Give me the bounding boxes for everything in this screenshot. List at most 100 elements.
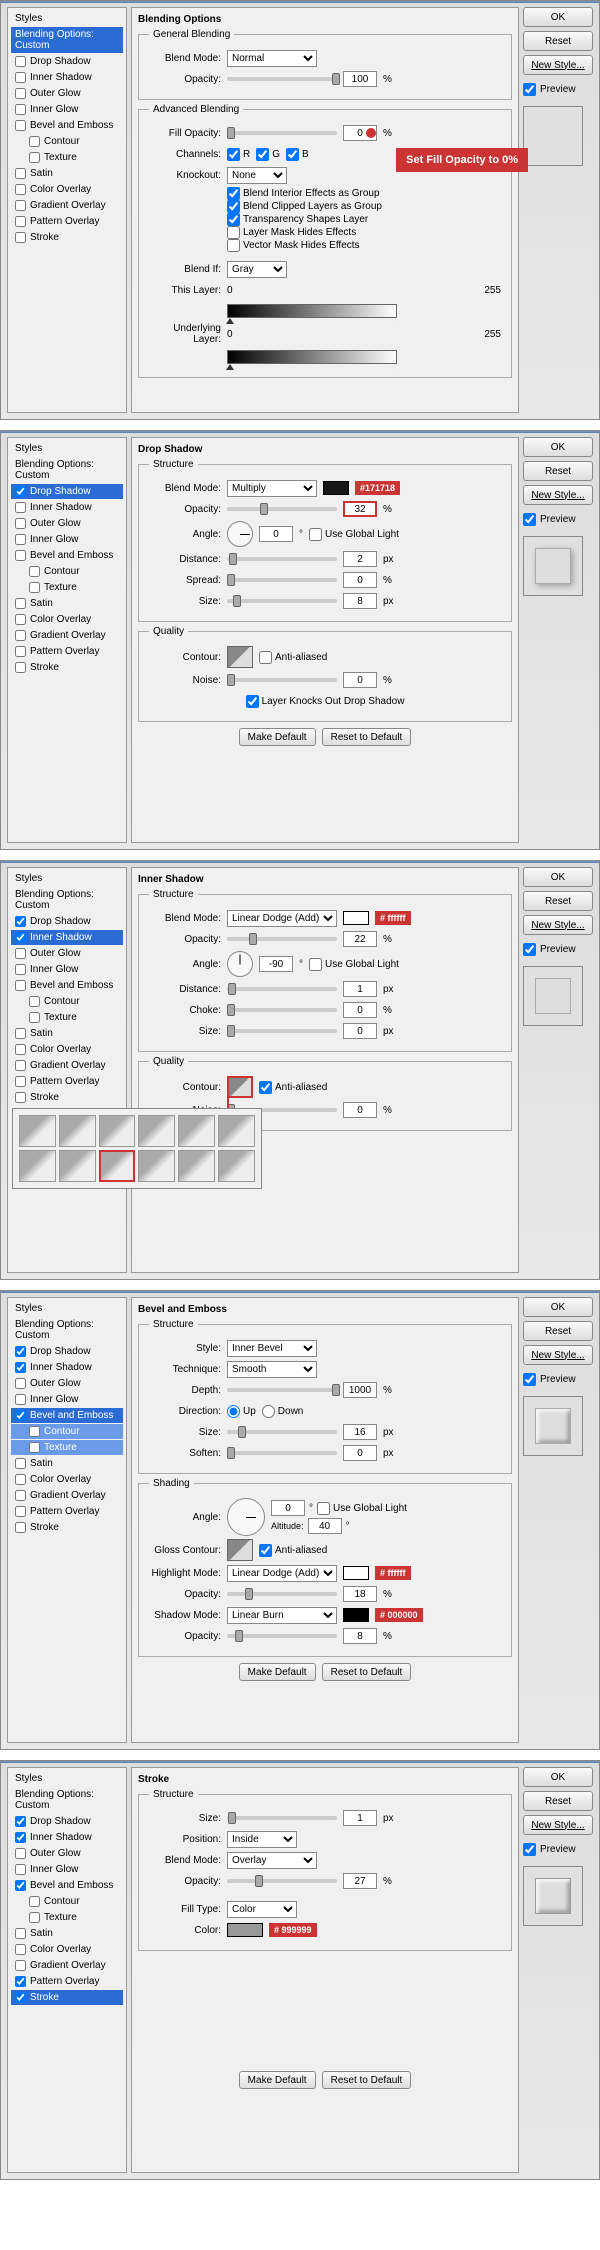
sidebar-satin[interactable]: Satin	[11, 166, 123, 181]
opt-vectormask[interactable]	[227, 239, 240, 252]
sidebar-inner-glow[interactable]: Inner Glow	[11, 532, 123, 547]
sidebar-color-overlay[interactable]: Color Overlay	[11, 612, 123, 627]
sidebar-bevel-emboss[interactable]: Bevel and Emboss	[11, 978, 123, 993]
ok-button[interactable]: OK	[523, 1297, 593, 1317]
anti-aliased-checkbox[interactable]	[259, 651, 272, 664]
ok-button[interactable]: OK	[523, 7, 593, 27]
knockout-select[interactable]: None	[227, 167, 287, 184]
sidebar-bevel-emboss[interactable]: Bevel and Emboss	[11, 548, 123, 563]
blend-mode-select[interactable]: Multiply	[227, 480, 317, 497]
global-light-checkbox[interactable]	[309, 528, 322, 541]
opacity-slider[interactable]	[227, 937, 337, 941]
this-layer-gradient[interactable]	[227, 304, 397, 318]
opacity-slider[interactable]	[227, 507, 337, 511]
opacity-input[interactable]	[343, 1873, 377, 1889]
contour-option[interactable]	[19, 1115, 56, 1147]
sidebar-drop-shadow[interactable]: Drop Shadow	[11, 1814, 123, 1829]
altitude-input[interactable]	[308, 1518, 342, 1534]
sidebar-pattern-overlay[interactable]: Pattern Overlay	[11, 644, 123, 659]
preview-checkbox[interactable]	[523, 1373, 536, 1386]
choke-input[interactable]	[343, 1002, 377, 1018]
shadow-opacity-input[interactable]	[343, 1628, 377, 1644]
sidebar-contour[interactable]: Contour	[11, 134, 123, 149]
angle-dial[interactable]	[227, 951, 253, 977]
highlight-color-swatch[interactable]	[343, 1566, 369, 1580]
filltype-select[interactable]: Color	[227, 1901, 297, 1918]
opt-clipped[interactable]	[227, 200, 240, 213]
sidebar-inner-shadow[interactable]: Inner Shadow	[11, 1360, 123, 1375]
make-default-button[interactable]: Make Default	[239, 728, 316, 746]
preview-checkbox[interactable]	[523, 513, 536, 526]
make-default-button[interactable]: Make Default	[239, 1663, 316, 1681]
sidebar-texture[interactable]: Texture	[11, 1440, 123, 1455]
sidebar-pattern-overlay[interactable]: Pattern Overlay	[11, 1074, 123, 1089]
ok-button[interactable]: OK	[523, 437, 593, 457]
make-default-button[interactable]: Make Default	[239, 2071, 316, 2089]
sidebar-drop-shadow[interactable]: Drop Shadow	[11, 914, 123, 929]
sidebar-inner-shadow[interactable]: Inner Shadow	[11, 70, 123, 85]
noise-input[interactable]	[343, 1102, 377, 1118]
sidebar-outer-glow[interactable]: Outer Glow	[11, 516, 123, 531]
contour-option-selected[interactable]	[99, 1150, 136, 1182]
ok-button[interactable]: OK	[523, 867, 593, 887]
sidebar-stroke[interactable]: Stroke	[11, 230, 123, 245]
shadow-color-swatch[interactable]	[343, 1608, 369, 1622]
reset-button[interactable]: Reset	[523, 461, 593, 481]
position-select[interactable]: Inside	[227, 1831, 297, 1848]
technique-select[interactable]: Smooth	[227, 1361, 317, 1378]
sidebar-satin[interactable]: Satin	[11, 1926, 123, 1941]
color-swatch[interactable]	[227, 1923, 263, 1937]
preview-checkbox[interactable]	[523, 1843, 536, 1856]
angle-input[interactable]	[259, 956, 293, 972]
contour-option[interactable]	[218, 1150, 255, 1182]
sidebar-color-overlay[interactable]: Color Overlay	[11, 182, 123, 197]
color-swatch[interactable]	[343, 911, 369, 925]
sidebar-stroke[interactable]: Stroke	[11, 1520, 123, 1535]
sidebar-color-overlay[interactable]: Color Overlay	[11, 1942, 123, 1957]
sidebar-inner-shadow[interactable]: Inner Shadow	[11, 930, 123, 945]
spread-input[interactable]	[343, 572, 377, 588]
sidebar-texture[interactable]: Texture	[11, 1910, 123, 1925]
sidebar-contour[interactable]: Contour	[11, 994, 123, 1009]
soften-input[interactable]	[343, 1445, 377, 1461]
underlying-gradient[interactable]	[227, 350, 397, 364]
contour-option[interactable]	[59, 1150, 96, 1182]
new-style-button[interactable]: New Style...	[523, 915, 593, 935]
sidebar-contour[interactable]: Contour	[11, 1424, 123, 1439]
size-slider[interactable]	[227, 599, 337, 603]
anti-aliased-checkbox[interactable]	[259, 1081, 272, 1094]
sidebar-stroke[interactable]: Stroke	[11, 660, 123, 675]
angle-input[interactable]	[259, 526, 293, 542]
sidebar-gradient-overlay[interactable]: Gradient Overlay	[11, 628, 123, 643]
sidebar-outer-glow[interactable]: Outer Glow	[11, 946, 123, 961]
sidebar-drop-shadow[interactable]: Drop Shadow	[11, 1344, 123, 1359]
size-slider[interactable]	[227, 1430, 337, 1434]
sidebar-inner-shadow[interactable]: Inner Shadow	[11, 500, 123, 515]
channel-b[interactable]	[286, 148, 299, 161]
new-style-button[interactable]: New Style...	[523, 55, 593, 75]
sidebar-drop-shadow[interactable]: Drop Shadow	[11, 54, 123, 69]
new-style-button[interactable]: New Style...	[523, 485, 593, 505]
sidebar-color-overlay[interactable]: Color Overlay	[11, 1472, 123, 1487]
opacity-input[interactable]	[343, 71, 377, 87]
size-input[interactable]	[343, 1023, 377, 1039]
sidebar-gradient-overlay[interactable]: Gradient Overlay	[11, 1058, 123, 1073]
direction-down[interactable]	[262, 1405, 275, 1418]
highlight-mode-select[interactable]: Linear Dodge (Add)	[227, 1565, 337, 1582]
size-input[interactable]	[343, 1424, 377, 1440]
channel-g[interactable]	[256, 148, 269, 161]
sidebar-color-overlay[interactable]: Color Overlay	[11, 1042, 123, 1057]
shadow-opacity-slider[interactable]	[227, 1634, 337, 1638]
sidebar-inner-shadow[interactable]: Inner Shadow	[11, 1830, 123, 1845]
blend-if-select[interactable]: Gray	[227, 261, 287, 278]
contour-swatch[interactable]	[227, 1076, 253, 1098]
sidebar-blending-options[interactable]: Blending Options: Custom	[11, 27, 123, 53]
sidebar-outer-glow[interactable]: Outer Glow	[11, 1376, 123, 1391]
size-input[interactable]	[343, 593, 377, 609]
sidebar-gradient-overlay[interactable]: Gradient Overlay	[11, 1488, 123, 1503]
sidebar-pattern-overlay[interactable]: Pattern Overlay	[11, 1504, 123, 1519]
angle-dial[interactable]	[227, 521, 253, 547]
distance-input[interactable]	[343, 981, 377, 997]
depth-slider[interactable]	[227, 1388, 337, 1392]
sidebar-inner-glow[interactable]: Inner Glow	[11, 1392, 123, 1407]
